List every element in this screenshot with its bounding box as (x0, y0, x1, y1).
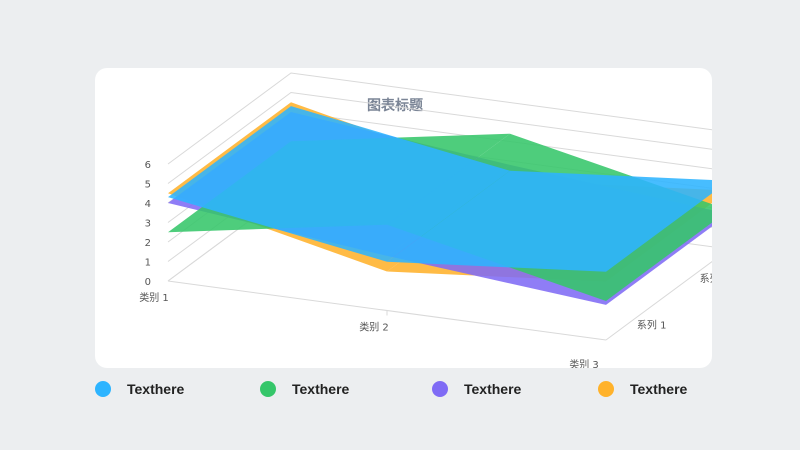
y-tick-label: 5 (145, 180, 151, 191)
y-tick-label: 6 (145, 160, 151, 171)
legend-label: Texthere (127, 381, 185, 397)
legend-item: Texthere (598, 377, 687, 401)
y-tick-label: 1 (145, 258, 151, 269)
legend-item: Texthere (95, 377, 184, 401)
category-label: 类别 1 (139, 291, 169, 304)
area-3d-chart: 图表标题 0 1 2 3 4 5 6 类别 1 类别 2 类别 3 系列 1 系列 2 (139, 72, 712, 368)
legend-swatch (95, 381, 111, 397)
category-label: 类别 3 (569, 358, 599, 368)
legend-label: Texthere (464, 381, 522, 397)
chart-title: 图表标题 (367, 97, 424, 114)
legend-label: Texthere (292, 381, 350, 397)
legend-swatch (598, 381, 614, 397)
y-tick-label: 4 (145, 199, 151, 210)
legend-label: Texthere (630, 381, 688, 397)
y-tick-label: 2 (145, 238, 151, 249)
chart-legend: Texthere Texthere Texthere Texthere (0, 377, 800, 401)
y-tick-label: 0 (145, 277, 151, 288)
legend-swatch (432, 381, 448, 397)
legend-item: Texthere (432, 377, 521, 401)
chart-card: 图表标题 0 1 2 3 4 5 6 类别 1 类别 2 类别 3 系列 1 系列 2 (95, 68, 712, 368)
y-tick-label: 3 (145, 219, 151, 230)
chart-surfaces (168, 102, 712, 305)
series-surface (168, 106, 712, 272)
series-axis-label: 系列 2 (700, 272, 712, 285)
series-axis-label: 系列 1 (637, 319, 667, 332)
legend-swatch (260, 381, 276, 397)
category-label: 类别 2 (359, 321, 389, 334)
legend-item: Texthere (260, 377, 349, 401)
